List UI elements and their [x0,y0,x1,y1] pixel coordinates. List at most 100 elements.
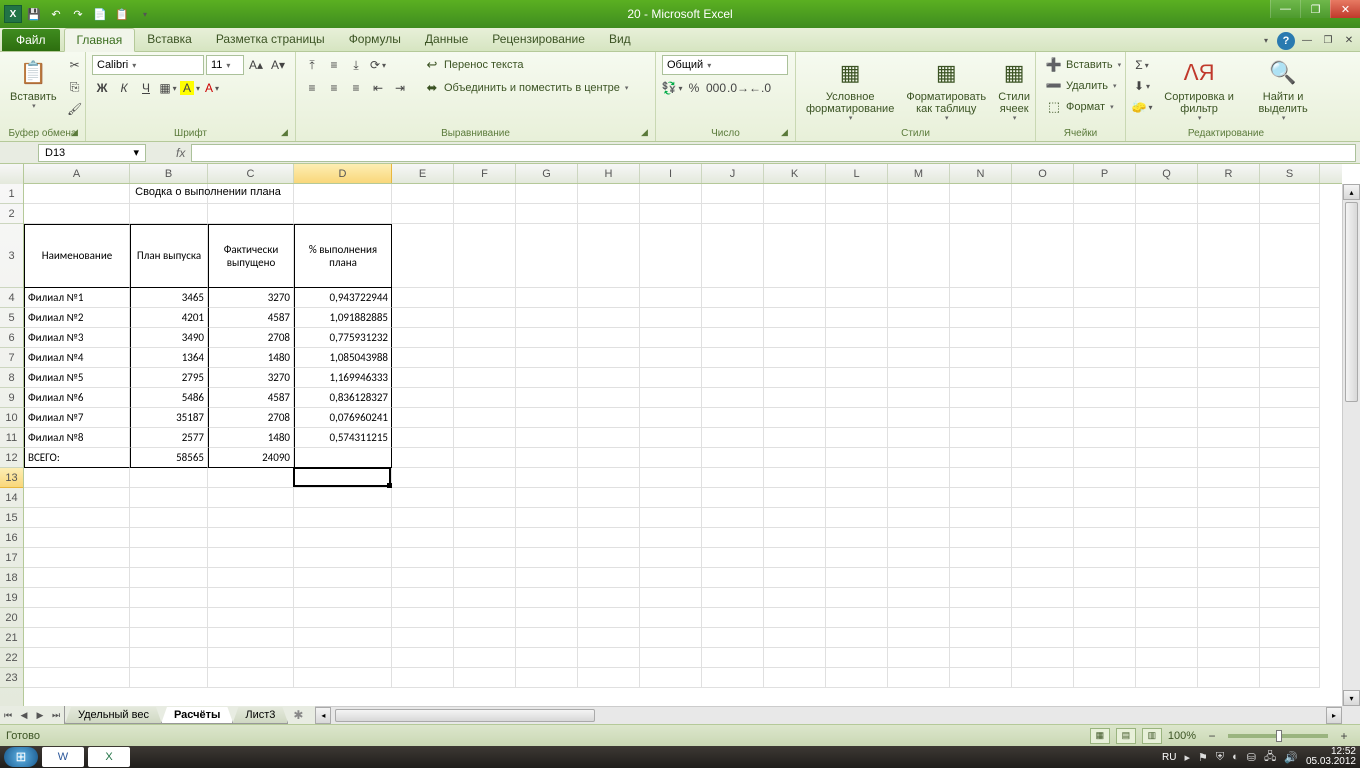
cell[interactable] [294,608,392,628]
cell[interactable] [950,588,1012,608]
insert-cells-button[interactable]: ➕Вставить▾ [1042,55,1125,75]
cell[interactable]: Филиал №4 [24,348,130,368]
cell[interactable] [454,488,516,508]
cell[interactable] [640,288,702,308]
cell[interactable] [208,568,294,588]
cell[interactable] [640,648,702,668]
cell[interactable]: 3270 [208,368,294,388]
fill-color-icon[interactable]: A [180,78,200,98]
cell[interactable] [1012,328,1074,348]
cell[interactable] [392,648,454,668]
cell[interactable]: 0,775931232 [294,328,392,348]
cell[interactable] [764,408,826,428]
cell[interactable] [1136,628,1198,648]
row-header[interactable]: 14 [0,488,23,508]
cell[interactable] [294,528,392,548]
cell[interactable] [1136,368,1198,388]
cell[interactable] [1260,184,1320,204]
cell[interactable] [1012,388,1074,408]
align-left-icon[interactable]: ≡ [302,78,322,98]
cell[interactable] [1260,348,1320,368]
cell[interactable] [294,628,392,648]
cell[interactable] [1136,428,1198,448]
cell[interactable]: 24090 [208,448,294,468]
cell[interactable] [702,668,764,688]
fill-icon[interactable]: ⬇ [1132,76,1152,96]
borders-icon[interactable]: ▦ [158,78,178,98]
cell[interactable] [294,508,392,528]
dialog-launcher-icon[interactable]: ◢ [281,127,293,139]
cell[interactable] [578,224,640,288]
cell[interactable] [454,468,516,488]
cell[interactable] [516,668,578,688]
cell[interactable] [1074,508,1136,528]
percent-icon[interactable]: % [684,78,704,98]
cell[interactable] [1074,348,1136,368]
accounting-format-icon[interactable]: 💱 [662,78,682,98]
cell[interactable] [578,608,640,628]
column-header[interactable]: R [1198,164,1260,183]
qat-item-icon[interactable]: 📄 [90,4,110,24]
column-header[interactable]: N [950,164,1012,183]
cell[interactable] [1198,468,1260,488]
cell[interactable] [392,328,454,348]
cell[interactable] [640,368,702,388]
format-cells-button[interactable]: ⬚Формат▾ [1042,97,1118,117]
cell[interactable] [1074,628,1136,648]
cell[interactable] [764,548,826,568]
cell[interactable] [1260,368,1320,388]
column-header[interactable]: C [208,164,294,183]
cell[interactable] [454,668,516,688]
cell[interactable] [702,288,764,308]
cell[interactable] [578,468,640,488]
cell[interactable] [702,224,764,288]
cell[interactable] [826,568,888,588]
cell[interactable] [516,608,578,628]
cell[interactable] [578,388,640,408]
vertical-scrollbar[interactable]: ▴ ▾ [1342,184,1360,706]
cell[interactable] [1136,308,1198,328]
row-header[interactable]: 22 [0,648,23,668]
cell[interactable] [888,428,950,448]
cell[interactable] [1136,224,1198,288]
cell[interactable] [130,628,208,648]
align-center-icon[interactable]: ≡ [324,78,344,98]
column-header[interactable]: D [294,164,392,183]
cell[interactable] [1198,608,1260,628]
cell[interactable] [516,224,578,288]
align-middle-icon[interactable]: ≡ [324,55,344,75]
cell[interactable] [1012,308,1074,328]
cell[interactable] [24,668,130,688]
cell[interactable] [454,408,516,428]
increase-decimal-icon[interactable]: .0→ [728,78,748,98]
cell[interactable] [950,468,1012,488]
cell[interactable] [1260,508,1320,528]
cell[interactable] [702,488,764,508]
mdi-minimize-button[interactable]: — [1298,32,1316,48]
cell[interactable] [640,508,702,528]
close-button[interactable]: ✕ [1330,0,1360,18]
cell[interactable]: 1364 [130,348,208,368]
cell[interactable]: 2708 [208,408,294,428]
sheet-tab[interactable]: Лист3 [232,707,288,724]
cell[interactable] [888,348,950,368]
cell[interactable] [516,648,578,668]
font-color-icon[interactable]: A [202,78,222,98]
row-header[interactable]: 4 [0,288,23,308]
cell[interactable] [702,328,764,348]
grow-font-icon[interactable]: A▴ [246,55,266,75]
cell[interactable] [1074,224,1136,288]
cell[interactable] [1136,448,1198,468]
cell[interactable] [392,628,454,648]
cell[interactable] [208,528,294,548]
cell[interactable] [702,508,764,528]
cell[interactable] [826,448,888,468]
name-box[interactable]: D13▾ [38,144,146,162]
cell[interactable] [1074,428,1136,448]
cell[interactable] [1260,468,1320,488]
cell[interactable] [826,368,888,388]
column-header[interactable]: S [1260,164,1320,183]
cell[interactable] [702,528,764,548]
cell[interactable] [130,588,208,608]
cell[interactable] [578,588,640,608]
